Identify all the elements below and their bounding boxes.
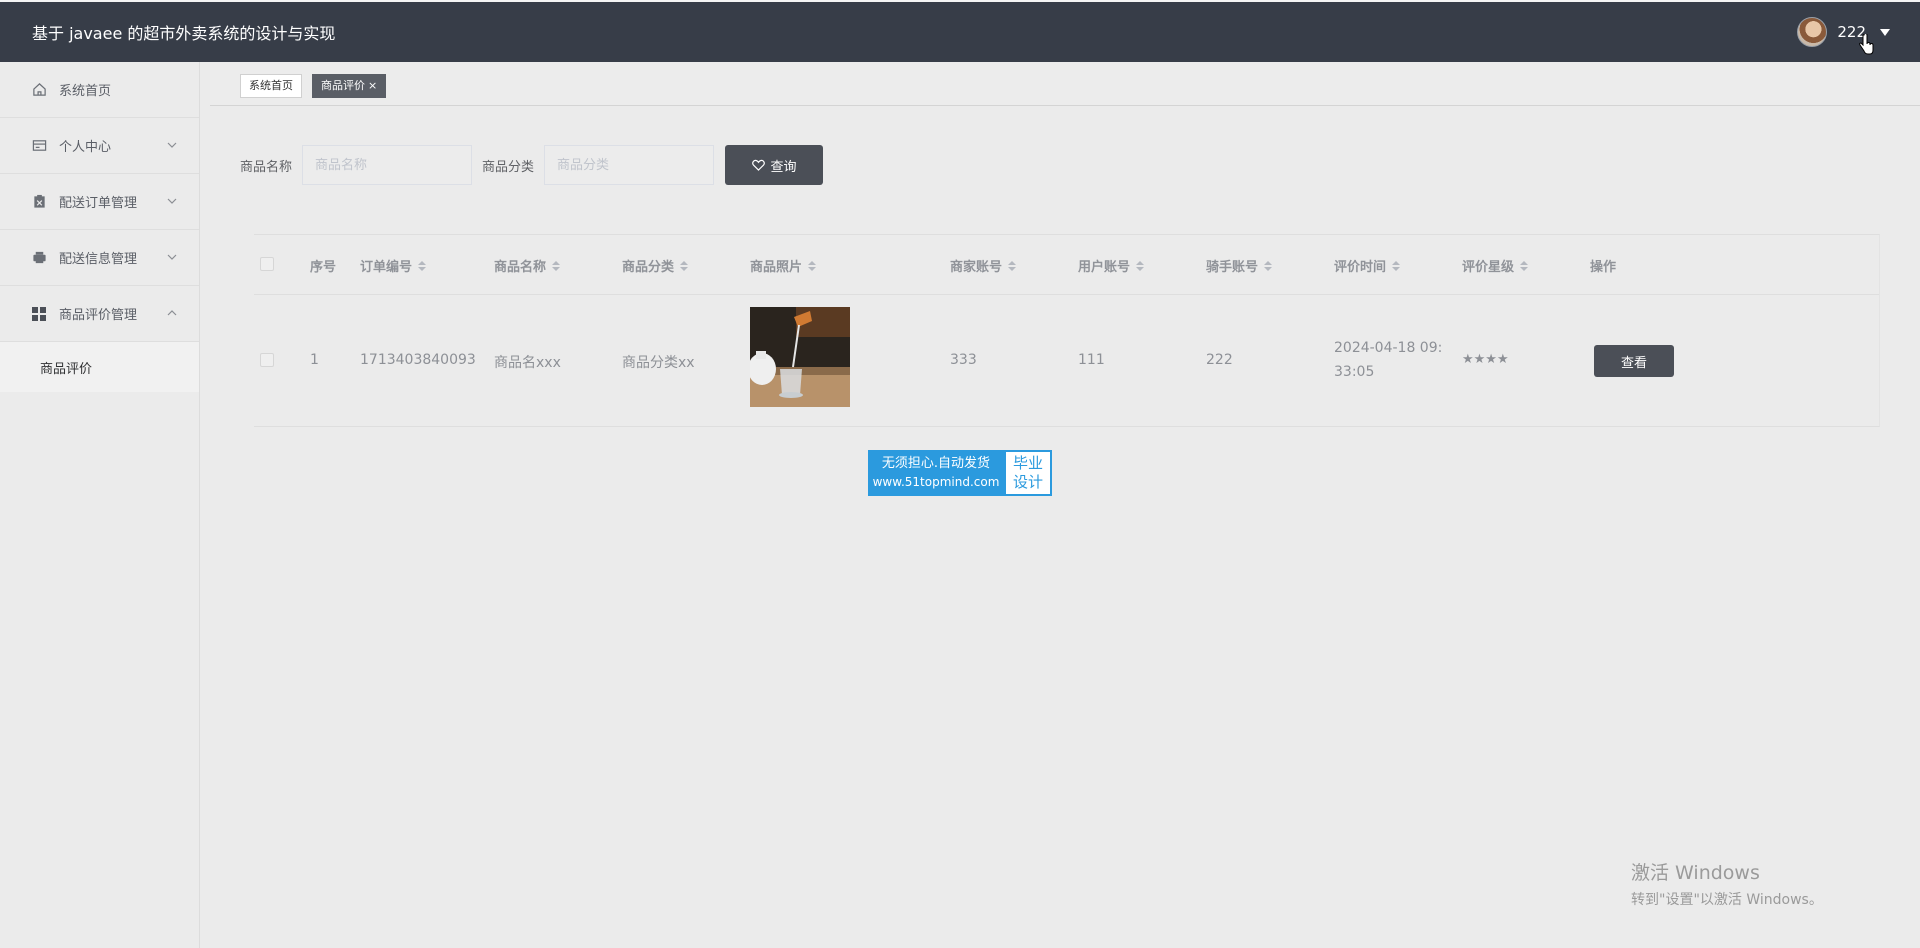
- caret-down-icon[interactable]: [1880, 28, 1890, 36]
- heart-icon: [751, 159, 765, 171]
- clipboard-icon: [31, 194, 47, 210]
- cell-index: 1: [310, 352, 319, 368]
- user-menu[interactable]: 222: [1797, 17, 1890, 47]
- printer-icon: [31, 250, 47, 266]
- star-rating: ★★★★: [1462, 352, 1509, 367]
- grid-icon: [31, 306, 47, 322]
- product-name-label: 商品名称: [240, 159, 293, 175]
- sort-icon: [808, 260, 817, 271]
- app-title: 基于 javaee 的超市外卖系统的设计与实现: [32, 24, 336, 43]
- chevron-down-icon[interactable]: [167, 196, 177, 206]
- cell-merchant: 333: [950, 352, 977, 368]
- windows-activation-notice: 激活 Windows 转到"设置"以激活 Windows。: [1631, 858, 1823, 909]
- ad-badge-line2: 设计: [1012, 473, 1043, 491]
- column-header[interactable]: 商品名称: [494, 256, 561, 275]
- category-input[interactable]: [544, 145, 715, 185]
- cell-rider: 222: [1206, 352, 1233, 368]
- sort-icon: [552, 260, 561, 271]
- cell-category: 商品分类xx: [622, 355, 695, 371]
- sidebar-item-label: 个人中心: [59, 140, 112, 155]
- product-photo[interactable]: [750, 307, 850, 407]
- sort-icon: [680, 260, 689, 271]
- close-icon[interactable]: ×: [368, 79, 377, 92]
- column-header[interactable]: 商品分类: [622, 256, 689, 275]
- review-table: 序号 订单编号 商品名称 商品分类 商品照片 商家账号 用户账号 骑手账号 评价…: [254, 234, 1880, 427]
- tab-product-review[interactable]: 商品评价 ×: [312, 74, 387, 98]
- sidebar-item-home[interactable]: 系统首页: [0, 62, 199, 118]
- tabs-bar: 系统首页 商品评价 ×: [210, 62, 1920, 106]
- sort-icon: [1136, 260, 1145, 271]
- hand-cursor-icon: [1859, 34, 1874, 55]
- sidebar-item-label: 配送信息管理: [59, 252, 138, 267]
- sidebar-item-delivery-orders[interactable]: 配送订单管理: [0, 174, 199, 230]
- cell-time-line1: 2024-04-18 09:: [1334, 340, 1443, 356]
- column-header[interactable]: 商家账号: [950, 256, 1017, 275]
- product-name-input[interactable]: [302, 145, 473, 185]
- table-header: 序号 订单编号 商品名称 商品分类 商品照片 商家账号 用户账号 骑手账号 评价…: [254, 235, 1879, 295]
- chevron-down-icon[interactable]: [167, 140, 177, 150]
- watermark-ad[interactable]: 无须担心.自动发货 www.51topmind.com 毕业 设计: [868, 450, 1052, 496]
- ad-url: www.51topmind.com: [872, 475, 1000, 489]
- column-header[interactable]: 用户账号: [1078, 256, 1145, 275]
- view-button[interactable]: 查看: [1594, 345, 1674, 377]
- cell-user: 111: [1078, 352, 1105, 368]
- activation-title: 激活 Windows: [1631, 862, 1760, 884]
- column-header[interactable]: 评价时间: [1334, 256, 1401, 275]
- sidebar-item-personal-center[interactable]: 个人中心: [0, 118, 199, 174]
- sidebar-subitem-product-review[interactable]: 商品评价: [0, 342, 199, 392]
- column-header: 序号: [310, 260, 337, 275]
- column-header[interactable]: 订单编号: [360, 256, 427, 275]
- sidebar-subitem-label: 商品评价: [40, 361, 93, 377]
- category-label: 商品分类: [482, 159, 535, 175]
- chevron-up-icon[interactable]: [167, 308, 177, 318]
- cell-product-name: 商品名xxx: [494, 355, 561, 371]
- sort-icon: [1008, 260, 1017, 271]
- sort-icon: [1520, 260, 1529, 271]
- tab-home[interactable]: 系统首页: [240, 74, 302, 98]
- sidebar-item-label: 商品评价管理: [59, 308, 138, 323]
- sidebar-item-label: 系统首页: [59, 84, 112, 99]
- tab-label: 商品评价: [321, 79, 365, 92]
- search-form: 商品名称 商品分类 查询: [240, 145, 824, 185]
- sort-icon: [418, 260, 427, 271]
- column-header[interactable]: 评价星级: [1462, 256, 1529, 275]
- sidebar-item-label: 配送订单管理: [59, 196, 138, 211]
- sort-icon: [1264, 260, 1273, 271]
- activation-subtitle: 转到"设置"以激活 Windows。: [1631, 892, 1823, 908]
- ad-slogan: 无须担心.自动发货: [881, 456, 991, 471]
- select-all-checkbox[interactable]: [260, 257, 274, 271]
- cell-time-line2: 33:05: [1334, 364, 1375, 380]
- ad-badge-line1: 毕业: [1012, 454, 1043, 472]
- card-icon: [31, 138, 47, 154]
- query-button-label: 查询: [770, 159, 797, 175]
- top-bar: 基于 javaee 的超市外卖系统的设计与实现 222: [0, 0, 1920, 62]
- home-icon: [31, 82, 47, 98]
- ad-badge: 毕业 设计: [1004, 450, 1052, 496]
- query-button[interactable]: 查询: [725, 145, 824, 185]
- tab-label: 系统首页: [249, 79, 293, 92]
- column-header: 操作: [1590, 260, 1617, 275]
- sidebar: 系统首页 个人中心 配送订单管理 配送信息管理 商品评价管理 商品评价: [0, 62, 200, 948]
- column-header[interactable]: 商品照片: [750, 256, 817, 275]
- sort-icon: [1392, 260, 1401, 271]
- sidebar-item-review-management[interactable]: 商品评价管理: [0, 286, 199, 342]
- ad-text-block: 无须担心.自动发货 www.51topmind.com: [868, 450, 1004, 496]
- column-header[interactable]: 骑手账号: [1206, 256, 1273, 275]
- cell-order-no: 1713403840093: [360, 352, 476, 368]
- row-checkbox[interactable]: [260, 353, 274, 367]
- avatar[interactable]: [1797, 17, 1828, 47]
- chevron-down-icon[interactable]: [167, 252, 177, 262]
- sidebar-item-delivery-info[interactable]: 配送信息管理: [0, 230, 199, 286]
